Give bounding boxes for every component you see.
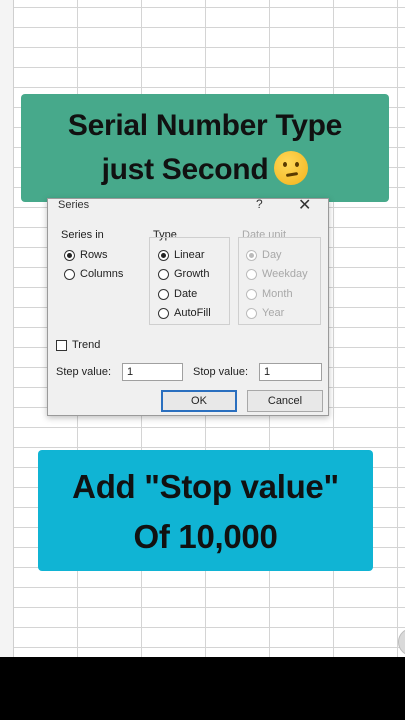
caption-top-line1: Serial Number Type [67, 109, 343, 142]
stop-value-input[interactable] [259, 363, 322, 381]
radio-month-label: Month [262, 288, 293, 300]
radio-columns-label: Columns [80, 268, 124, 280]
radio-date-label: Date [174, 288, 198, 300]
radio-year: Year [246, 307, 284, 319]
series-dialog: Series ? ✕ Series in Rows Columns Type L… [47, 195, 329, 416]
stop-value-label: Stop value: [193, 366, 249, 378]
radio-autofill-indicator[interactable] [158, 307, 169, 319]
row-header-strip [0, 0, 14, 657]
radio-autofill-label: AutoFill [174, 307, 211, 319]
close-icon[interactable]: ✕ [298, 195, 311, 215]
radio-day-indicator [246, 249, 257, 261]
radio-weekday-label: Weekday [262, 268, 308, 280]
radio-month: Month [246, 288, 293, 300]
dialog-title: Series [58, 199, 90, 211]
radio-linear[interactable]: Linear [158, 249, 205, 261]
help-icon[interactable]: ? [256, 197, 263, 211]
radio-rows[interactable]: Rows [64, 249, 108, 261]
series-in-label: Series in [61, 229, 104, 241]
bottom-black-bar [0, 657, 405, 720]
spreadsheet-background: Serial Number Type just Second Series ? … [0, 0, 405, 657]
step-value-input[interactable] [122, 363, 183, 381]
radio-growth-indicator[interactable] [158, 268, 169, 280]
radio-month-indicator [246, 288, 257, 300]
step-value-label: Step value: [56, 366, 112, 378]
thinking-face-icon [274, 151, 309, 185]
caption-bottom-line2: Of 10,000 [133, 518, 278, 555]
trend-checkbox-box[interactable] [56, 339, 67, 351]
radio-growth-label: Growth [174, 268, 210, 280]
trend-label: Trend [72, 339, 101, 351]
radio-year-label: Year [262, 307, 285, 319]
radio-columns-indicator[interactable] [64, 268, 75, 280]
radio-year-indicator [246, 307, 257, 319]
radio-linear-indicator[interactable] [158, 249, 169, 261]
trend-checkbox[interactable]: Trend [56, 339, 100, 351]
radio-growth[interactable]: Growth [158, 268, 209, 280]
caption-banner-bottom: Add "Stop value" Of 10,000 [38, 450, 373, 571]
radio-rows-indicator[interactable] [64, 249, 75, 261]
radio-weekday-indicator [246, 268, 257, 280]
ok-button[interactable]: OK [161, 390, 237, 412]
radio-date-indicator[interactable] [158, 288, 169, 300]
radio-day-label: Day [262, 249, 282, 261]
radio-weekday: Weekday [246, 268, 308, 280]
radio-rows-label: Rows [80, 249, 108, 261]
radio-day: Day [246, 249, 282, 261]
floating-action-circle[interactable] [398, 628, 405, 656]
caption-banner-top: Serial Number Type just Second [21, 94, 389, 202]
radio-linear-label: Linear [174, 249, 205, 261]
radio-columns[interactable]: Columns [64, 268, 123, 280]
caption-bottom-line1: Add "Stop value" [72, 468, 339, 505]
radio-autofill[interactable]: AutoFill [158, 307, 211, 319]
caption-top-line2-text: just Second [101, 153, 269, 186]
caption-top-line2: just Second [21, 148, 389, 192]
radio-date[interactable]: Date [158, 288, 197, 300]
cancel-button[interactable]: Cancel [247, 390, 323, 412]
